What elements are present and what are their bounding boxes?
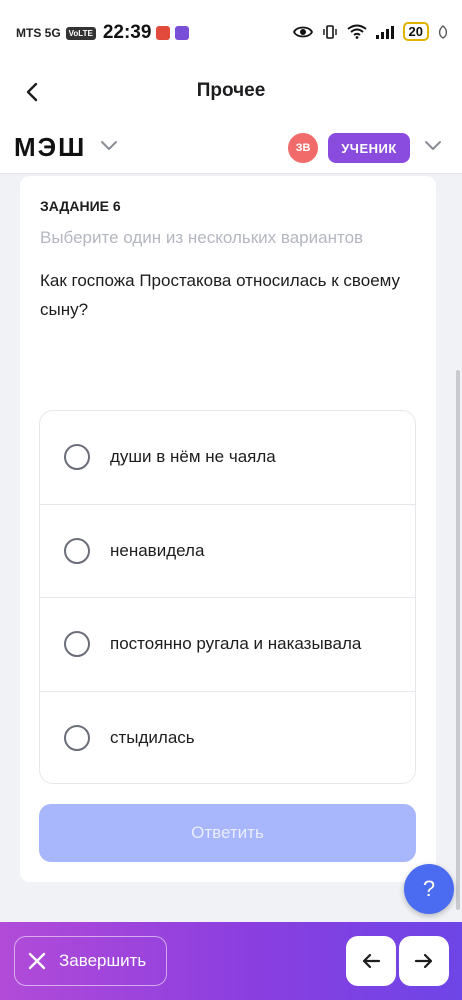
radio-button[interactable]: [64, 537, 90, 564]
answer-option[interactable]: души в нём не чаяла: [40, 411, 415, 505]
option-label: души в нём не чаяла: [110, 447, 276, 467]
task-number: ЗАДАНИЕ 6: [40, 198, 121, 214]
page-title: Прочее: [196, 80, 266, 101]
avatar[interactable]: ЗВ: [288, 133, 318, 163]
mesh-logo[interactable]: МЭШ: [14, 134, 86, 160]
finish-label: Завершить: [59, 951, 147, 970]
leaf-icon: [438, 24, 448, 39]
status-time: 22:39: [102, 22, 152, 43]
answer-option[interactable]: стыдилась: [40, 692, 415, 784]
arrow-right-icon: [414, 953, 433, 969]
eye-icon: [292, 26, 313, 37]
scrollbar[interactable]: [456, 370, 460, 910]
answer-option[interactable]: ненавидела: [40, 505, 415, 598]
submit-button[interactable]: Ответить: [39, 804, 416, 862]
battery-indicator: 20: [402, 22, 429, 41]
arrow-left-icon: [362, 953, 381, 969]
finish-button[interactable]: Завершить: [14, 936, 167, 986]
next-task-button[interactable]: [399, 936, 449, 986]
option-label: ненавидела: [110, 540, 205, 560]
vibrate-icon: [322, 24, 337, 39]
answer-option[interactable]: постоянно ругала и наказывала: [40, 598, 415, 692]
previous-task-button[interactable]: [346, 936, 396, 986]
wifi-icon: [346, 24, 367, 39]
radio-button[interactable]: [64, 444, 90, 471]
option-label: стыдилась: [110, 728, 195, 748]
question-text: Как госпожа Простакова относилась к свое…: [40, 271, 401, 319]
task-card: ЗАДАНИЕ 6 Выберите один из нескольких ва…: [20, 176, 436, 882]
radio-button[interactable]: [64, 725, 90, 752]
app-header: МЭШ ЗВ УЧЕНИК: [0, 116, 462, 174]
nav-bar: Прочее: [0, 68, 462, 116]
notification-app-icon: [156, 26, 171, 40]
role-badge[interactable]: УЧЕНИК: [328, 133, 410, 163]
close-icon: [28, 952, 46, 970]
carrier-label: MTS 5G: [16, 26, 61, 40]
chevron-down-icon[interactable]: [100, 140, 118, 152]
notification-app-icon: [175, 26, 190, 40]
radio-button[interactable]: [64, 631, 90, 658]
task-hint: Выберите один из нескольких вариантов: [40, 228, 364, 247]
signal-icon: [375, 25, 394, 39]
help-button[interactable]: ?: [404, 864, 454, 914]
option-label: постоянно ругала и наказывала: [110, 634, 362, 654]
volte-badge: VoLTE: [65, 26, 96, 40]
bottom-bar: Завершить: [0, 922, 462, 1000]
chevron-down-icon[interactable]: [424, 140, 442, 152]
status-bar: MTS 5G VoLTE 22:39 20: [0, 0, 462, 68]
answer-options: души в нём не чаяла ненавидела постоянно…: [39, 410, 416, 784]
